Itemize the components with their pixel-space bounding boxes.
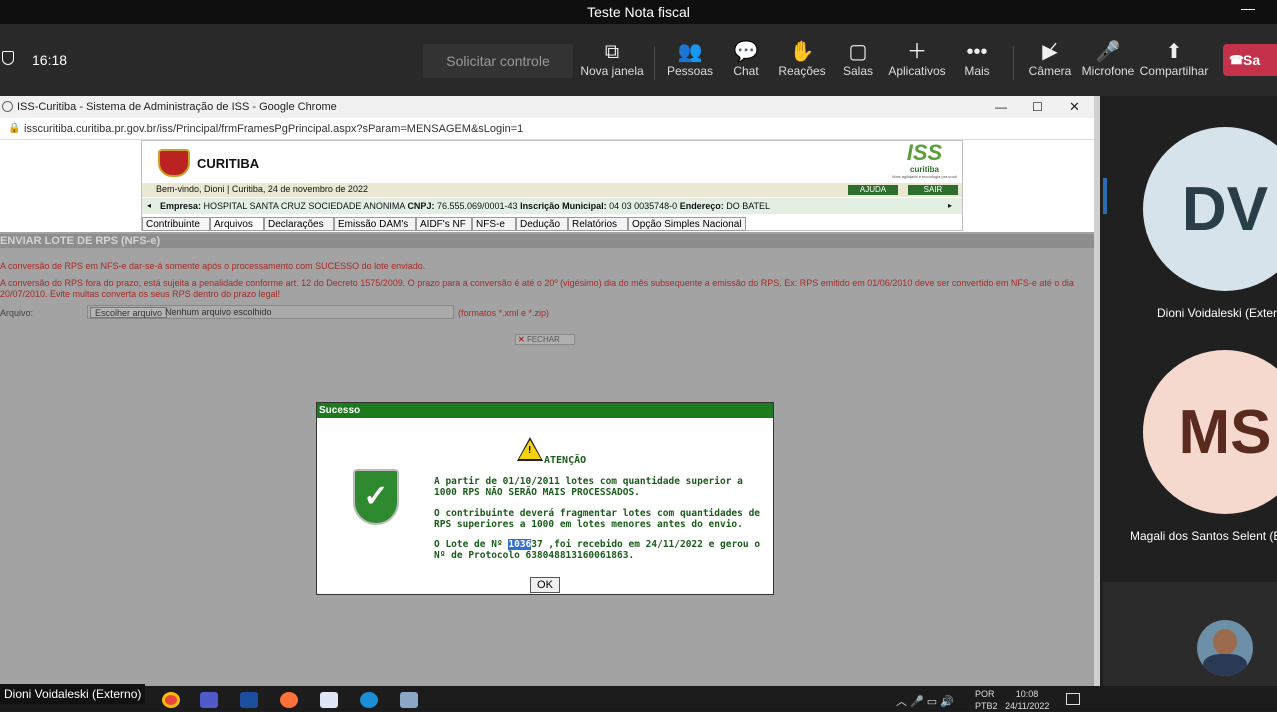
city-name: CURITIBA [197,156,260,171]
microphone-button[interactable]: 🎤 Microfone [1073,40,1143,78]
close-button[interactable]: ✕ FECHAR [515,334,575,345]
chrome-title: ISS-Curitiba - Sistema de Administração … [17,101,337,113]
chevron-left-icon[interactable]: ◂ [147,198,151,214]
fragment-warning: O contribuinte deverá fragmentar lotes c… [434,508,761,530]
no-file-text: Nenhum arquivo escolhido [165,307,272,317]
meeting-toolbar: 16:18 Solicitar controle ⧉ Nova janela 👥 P… [0,24,1277,96]
logout-button[interactable]: SAIR [908,185,958,195]
minimize-window-icon[interactable]: — [995,96,1007,118]
clock[interactable]: 10:08 24/11/2022 [1005,688,1049,712]
success-dialog: Sucesso ! ATENÇÃO ✓ A partir de 01/10/20… [316,402,774,595]
window-title: Teste Nota fiscal [587,4,690,20]
conversion-note: A conversão de RPS em NFS-e dar-se-á som… [0,261,426,271]
page-title: ENVIAR LOTE DE RPS (NFS-e) [0,234,1094,248]
new-window-icon: ⧉ [604,41,620,63]
self-view [1103,582,1277,686]
file-label: Arquivo: [0,308,34,318]
selected-text: 1036 [508,539,532,550]
notifications-icon[interactable] [1066,693,1080,705]
tab-aidfs-nf[interactable]: AIDF's NF [416,217,472,231]
close-icon: ✕ [518,335,525,344]
firefox-taskbar-icon[interactable] [280,692,298,708]
tab-emissao-dams[interactable]: Emissão DAM's [334,217,416,231]
more-icon: ••• [966,41,988,63]
presenter-name-label: Dioni Voidaleski (Externo) [0,684,146,704]
network-app-taskbar-icon[interactable] [400,692,418,708]
teams-taskbar-icon[interactable] [200,692,218,708]
leave-button[interactable]: ☎ Sa [1223,44,1277,76]
microphone-icon: 🎤 [1095,41,1121,63]
shield-check-icon: ✓ [353,469,399,525]
tab-declaracoes[interactable]: Declarações [264,217,334,231]
web-page: CURITIBA ISS curitiba Mais agilidade e t… [0,140,1094,686]
warning-icon: ! [517,437,543,461]
scroll-indicator [1103,178,1107,214]
curitiba-crest-icon [158,149,190,177]
tab-arquivos[interactable]: Arquivos [210,217,264,231]
chrome-window: ISS-Curitiba - Sistema de Administração … [0,96,1100,686]
chrome-icon [2,101,13,112]
language-indicator[interactable]: POR PTB2 [975,688,998,712]
more-button[interactable]: ••• Mais [942,40,1012,78]
share-button[interactable]: ⬆ Compartilhar [1139,40,1209,78]
iss-header: CURITIBA ISS curitiba Mais agilidade e t… [141,140,963,231]
share-icon: ⬆ [1165,41,1183,63]
ie-taskbar-icon[interactable] [360,692,378,708]
welcome-text: Bem-vindo, Dioni | Curitiba, 24 de novem… [156,184,368,194]
penalty-note: A conversão do RPS fora do prazo, está s… [0,278,1074,299]
tab-relatorios[interactable]: Relatórios [568,217,628,231]
tab-deducao[interactable]: Dedução [516,217,568,231]
minimize-icon[interactable]: — [1241,0,1255,16]
shield-icon [2,51,14,65]
iss-logo: ISS curitiba Mais agilidade e tecnologia… [892,140,957,180]
system-tray-icons[interactable]: ︿ 🎤 ▭ 🔊 [896,693,954,709]
tab-contribuinte[interactable]: Contribuinte [142,217,210,231]
app-taskbar-icon[interactable] [240,692,258,708]
choose-file-button[interactable]: Escolher arquivo [90,307,168,318]
chrome-title-bar: ISS-Curitiba - Sistema de Administração … [0,96,1094,118]
address-bar[interactable]: 🔒 isscuritiba.curitiba.pr.gov.br/iss/Pri… [0,118,1094,140]
participant-name: Dioni Voidaleski (Extern [1157,306,1277,320]
ok-button[interactable]: OK [530,577,560,593]
tab-nfse[interactable]: NFS-e [472,217,516,231]
avatar[interactable]: MS [1143,350,1277,514]
lot-receipt: O Lote de Nº 103637 ,foi recebido em 24/… [434,539,761,561]
chevron-right-icon[interactable]: ▸ [948,198,952,214]
maximize-window-icon[interactable]: ☐ [1032,96,1043,118]
file-input[interactable]: Escolher arquivo Nenhum arquivo escolhid… [87,305,454,319]
divider [1013,46,1014,80]
attention-label: ATENÇÃO [544,455,587,466]
meeting-timer: 16:18 [32,52,68,68]
dialog-title: Sucesso [317,403,773,418]
participants-panel: DV Dioni Voidaleski (Extern MS Magali do… [1103,96,1277,686]
help-button[interactable]: AJUDA [848,185,898,195]
windows-taskbar: ︿ 🎤 ▭ 🔊 POR PTB2 10:08 24/11/2022 [0,686,1277,711]
avatar[interactable]: DV [1143,127,1277,291]
chrome-taskbar-icon[interactable] [162,692,180,708]
file-formats: (formatos *.xml e *.zip) [458,308,550,318]
new-window-button[interactable]: ⧉ Nova janela [577,40,647,78]
close-window-icon[interactable]: ✕ [1069,96,1080,118]
tab-opcao-simples[interactable]: Opção Simples Nacional [628,217,746,231]
participant-name: Magali dos Santos Selent (E [1130,529,1277,543]
request-control-button[interactable]: Solicitar controle [423,44,573,78]
document-taskbar-icon[interactable] [320,692,338,708]
lock-icon: 🔒 [8,123,21,134]
limit-warning: A partir de 01/10/2011 lotes com quantid… [434,476,743,498]
company-info-bar: ◂ Empresa: HOSPITAL SANTA CRUZ SOCIEDADE… [142,198,962,214]
url-text[interactable]: isscuritiba.curitiba.pr.gov.br/iss/Princ… [24,118,523,140]
hang-up-icon: ☎ [1229,53,1244,67]
self-avatar[interactable] [1197,620,1253,676]
welcome-bar: Bem-vindo, Dioni | Curitiba, 24 de novem… [142,183,962,197]
teams-title-bar: Teste Nota fiscal [0,0,1277,24]
